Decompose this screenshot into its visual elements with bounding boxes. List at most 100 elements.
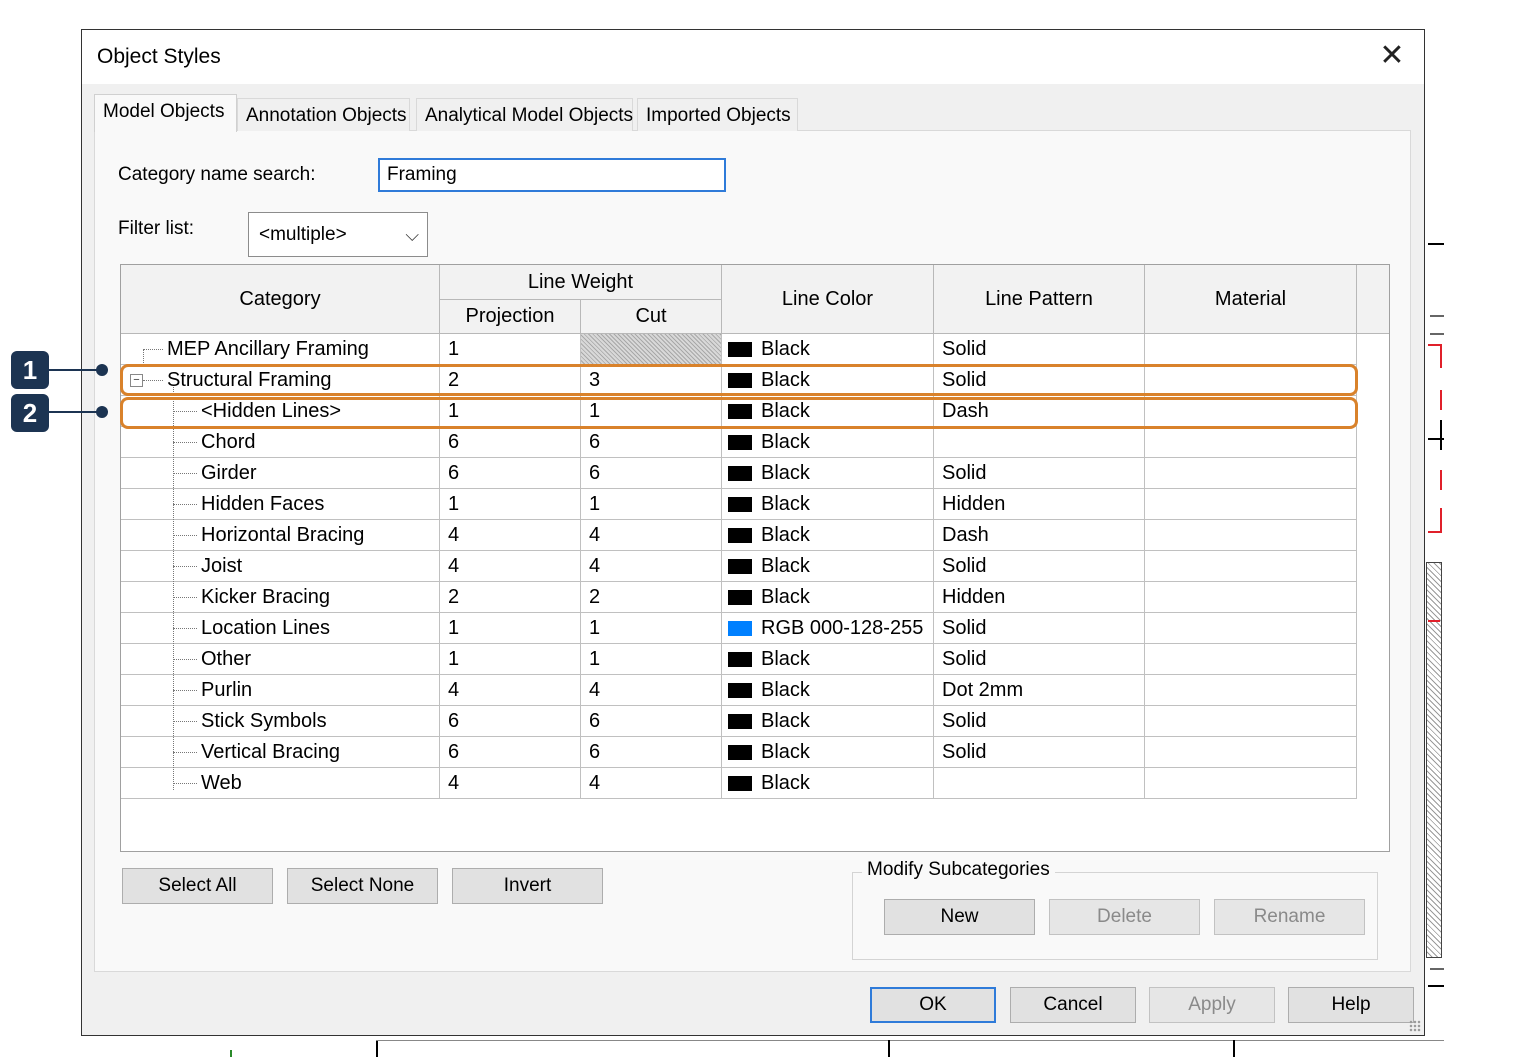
header-line-color[interactable]: Line Color xyxy=(722,265,934,334)
cut-cell[interactable]: 4 xyxy=(581,551,722,582)
projection-cell[interactable]: 6 xyxy=(440,706,581,737)
category-cell[interactable]: Chord xyxy=(121,427,440,458)
material-cell[interactable] xyxy=(1145,737,1357,768)
resize-grip-icon[interactable] xyxy=(1409,1020,1421,1032)
line-color-cell[interactable]: Black xyxy=(722,489,934,520)
line-pattern-cell[interactable]: Solid xyxy=(934,706,1145,737)
projection-cell[interactable]: 6 xyxy=(440,737,581,768)
material-cell[interactable] xyxy=(1145,489,1357,520)
line-pattern-cell[interactable]: Dot 2mm xyxy=(934,675,1145,706)
material-cell[interactable] xyxy=(1145,427,1357,458)
cut-cell[interactable]: 1 xyxy=(581,644,722,675)
line-color-cell[interactable]: Black xyxy=(722,768,934,799)
category-cell[interactable]: Vertical Bracing xyxy=(121,737,440,768)
line-color-cell[interactable]: Black xyxy=(722,675,934,706)
category-cell[interactable]: MEP Ancillary Framing xyxy=(121,334,440,365)
material-cell[interactable] xyxy=(1145,706,1357,737)
material-cell[interactable] xyxy=(1145,551,1357,582)
category-cell[interactable]: Stick Symbols xyxy=(121,706,440,737)
material-cell[interactable] xyxy=(1145,458,1357,489)
category-search-input[interactable] xyxy=(378,158,726,192)
category-cell[interactable]: Hidden Faces xyxy=(121,489,440,520)
header-cut[interactable]: Cut xyxy=(581,300,722,334)
cancel-button[interactable]: Cancel xyxy=(1010,987,1136,1023)
header-category[interactable]: Category xyxy=(121,265,440,334)
cut-cell[interactable] xyxy=(581,334,722,365)
ok-button[interactable]: OK xyxy=(870,987,996,1023)
category-cell[interactable]: Web xyxy=(121,768,440,799)
line-pattern-cell[interactable]: Hidden xyxy=(934,489,1145,520)
material-cell[interactable] xyxy=(1145,613,1357,644)
line-pattern-cell[interactable] xyxy=(934,427,1145,458)
help-button[interactable]: Help xyxy=(1288,987,1414,1023)
category-cell[interactable]: Girder xyxy=(121,458,440,489)
projection-cell[interactable]: 4 xyxy=(440,520,581,551)
cut-cell[interactable]: 6 xyxy=(581,706,722,737)
cut-cell[interactable]: 4 xyxy=(581,520,722,551)
line-color-cell[interactable]: RGB 000-128-255 xyxy=(722,613,934,644)
header-material[interactable]: Material xyxy=(1145,265,1357,334)
projection-cell[interactable]: 1 xyxy=(440,489,581,520)
line-pattern-cell[interactable]: Dash xyxy=(934,520,1145,551)
projection-cell[interactable]: 6 xyxy=(440,458,581,489)
header-projection[interactable]: Projection xyxy=(440,300,581,334)
cut-cell[interactable]: 1 xyxy=(581,613,722,644)
cut-cell[interactable]: 4 xyxy=(581,768,722,799)
line-pattern-cell[interactable]: Solid xyxy=(934,334,1145,365)
filter-list-select[interactable]: <multiple> ⌵ xyxy=(248,212,428,257)
material-cell[interactable] xyxy=(1145,520,1357,551)
new-subcategory-button[interactable]: New xyxy=(884,899,1035,935)
line-pattern-cell[interactable] xyxy=(934,768,1145,799)
material-cell[interactable] xyxy=(1145,644,1357,675)
material-cell[interactable] xyxy=(1145,768,1357,799)
line-pattern-cell[interactable]: Solid xyxy=(934,737,1145,768)
category-cell[interactable]: Location Lines xyxy=(121,613,440,644)
cut-cell[interactable]: 1 xyxy=(581,489,722,520)
select-all-button[interactable]: Select All xyxy=(122,868,273,904)
tab-annotation-objects[interactable]: Annotation Objects xyxy=(237,98,410,131)
category-cell[interactable]: Horizontal Bracing xyxy=(121,520,440,551)
cut-cell[interactable]: 6 xyxy=(581,458,722,489)
line-pattern-cell[interactable]: Solid xyxy=(934,613,1145,644)
projection-cell[interactable]: 1 xyxy=(440,644,581,675)
line-color-cell[interactable]: Black xyxy=(722,644,934,675)
apply-button[interactable]: Apply xyxy=(1149,987,1275,1023)
line-color-cell[interactable]: Black xyxy=(722,737,934,768)
line-color-cell[interactable]: Black xyxy=(722,427,934,458)
line-pattern-cell[interactable]: Solid xyxy=(934,551,1145,582)
cut-cell[interactable]: 6 xyxy=(581,427,722,458)
projection-cell[interactable]: 4 xyxy=(440,768,581,799)
line-color-cell[interactable]: Black xyxy=(722,582,934,613)
line-pattern-cell[interactable]: Solid xyxy=(934,644,1145,675)
cut-cell[interactable]: 4 xyxy=(581,675,722,706)
projection-cell[interactable]: 4 xyxy=(440,551,581,582)
line-pattern-cell[interactable]: Solid xyxy=(934,458,1145,489)
projection-cell[interactable]: 4 xyxy=(440,675,581,706)
delete-subcategory-button[interactable]: Delete xyxy=(1049,899,1200,935)
close-button[interactable]: ✕ xyxy=(1374,38,1410,74)
projection-cell[interactable]: 6 xyxy=(440,427,581,458)
cut-cell[interactable]: 6 xyxy=(581,737,722,768)
category-cell[interactable]: Kicker Bracing xyxy=(121,582,440,613)
category-cell[interactable]: Purlin xyxy=(121,675,440,706)
cut-cell[interactable]: 2 xyxy=(581,582,722,613)
material-cell[interactable] xyxy=(1145,582,1357,613)
line-color-cell[interactable]: Black xyxy=(722,706,934,737)
rename-subcategory-button[interactable]: Rename xyxy=(1214,899,1365,935)
line-color-cell[interactable]: Black xyxy=(722,551,934,582)
line-color-cell[interactable]: Black xyxy=(722,334,934,365)
tab-imported-objects[interactable]: Imported Objects xyxy=(637,98,798,131)
projection-cell[interactable]: 1 xyxy=(440,613,581,644)
projection-cell[interactable]: 1 xyxy=(440,334,581,365)
projection-cell[interactable]: 2 xyxy=(440,582,581,613)
material-cell[interactable] xyxy=(1145,334,1357,365)
invert-button[interactable]: Invert xyxy=(452,868,603,904)
tab-analytical-model-objects[interactable]: Analytical Model Objects xyxy=(416,98,633,131)
line-color-cell[interactable]: Black xyxy=(722,520,934,551)
tab-model-objects[interactable]: Model Objects xyxy=(94,94,237,132)
header-line-pattern[interactable]: Line Pattern xyxy=(934,265,1145,334)
line-pattern-cell[interactable]: Hidden xyxy=(934,582,1145,613)
category-cell[interactable]: Other xyxy=(121,644,440,675)
category-cell[interactable]: Joist xyxy=(121,551,440,582)
material-cell[interactable] xyxy=(1145,675,1357,706)
